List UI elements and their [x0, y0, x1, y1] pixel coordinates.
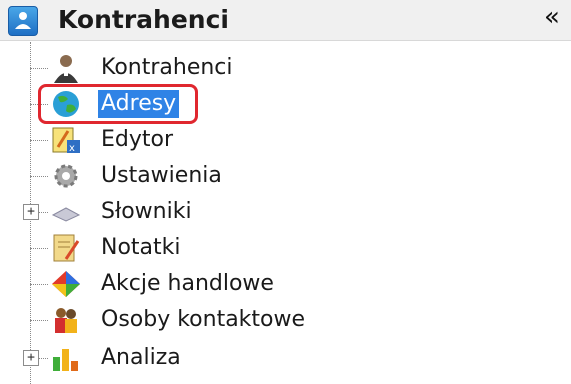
analysis-icon [50, 343, 82, 373]
editor-icon: x [50, 125, 82, 155]
expand-toggle[interactable]: + [23, 350, 39, 366]
gear-icon [50, 161, 82, 191]
dictionary-icon [50, 197, 82, 227]
tree-item-label: Analiza [101, 345, 181, 370]
tree-item-kontrahenci[interactable]: Kontrahenci [0, 50, 400, 86]
person-icon [50, 53, 82, 83]
panel-header: Kontrahenci « [0, 0, 571, 41]
svg-text:x: x [69, 143, 75, 154]
tree-item-label: Akcje handlowe [101, 271, 274, 296]
tree-item-label: Notatki [101, 235, 181, 260]
tree-item-label: Słowniki [101, 199, 192, 224]
tree-item-ustawienia[interactable]: Ustawienia [0, 158, 400, 194]
expand-toggle[interactable]: + [23, 204, 39, 220]
tree-item-label: Edytor [101, 127, 174, 152]
tree-item-notatki[interactable]: Notatki [0, 230, 400, 266]
annotation-highlight [38, 84, 198, 124]
contacts-icon [50, 305, 82, 335]
notes-icon [50, 233, 82, 263]
tree-item-osoby-kontaktowe[interactable]: Osoby kontaktowe [0, 302, 400, 338]
panel-title: Kontrahenci [58, 5, 229, 34]
tree-item-label: Osoby kontaktowe [101, 307, 306, 332]
tree-item-label: Kontrahenci [101, 55, 233, 80]
tree-item-akcje-handlowe[interactable]: Akcje handlowe [0, 266, 400, 302]
tree-item-slowniki[interactable]: + Słowniki [0, 194, 400, 230]
app-icon [8, 6, 38, 36]
tree-item-label: Ustawienia [101, 163, 222, 188]
contractors-panel: Kontrahenci « Kontrahenci Adresy x Edyto… [0, 0, 571, 384]
collapse-button[interactable]: « [535, 2, 569, 36]
tree-item-analiza[interactable]: + Analiza [0, 340, 400, 376]
sales-actions-icon [50, 269, 82, 299]
tree-item-edytor[interactable]: x Edytor [0, 122, 400, 158]
